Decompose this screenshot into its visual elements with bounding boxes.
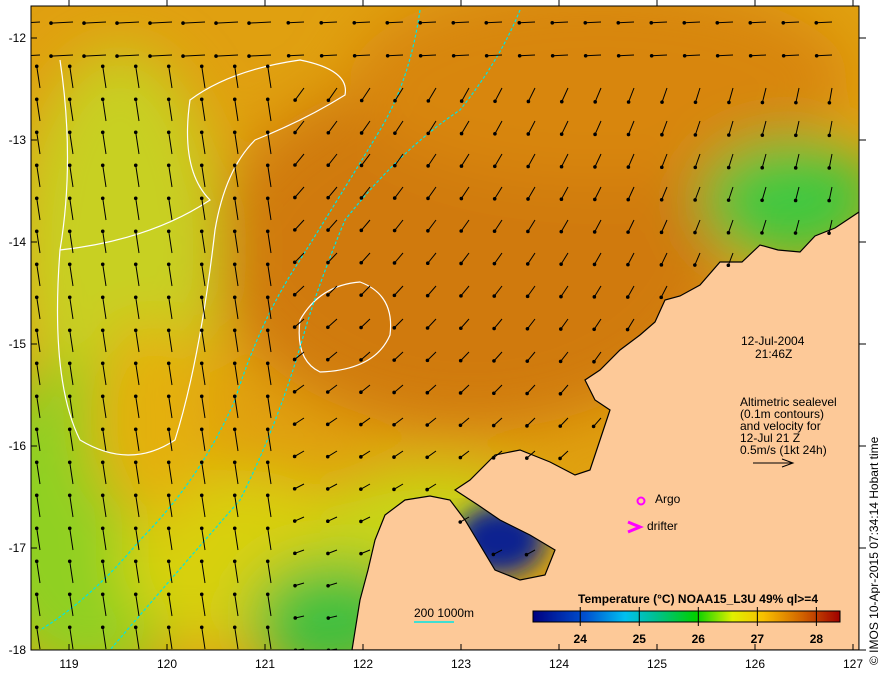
x-tick-label: 120 <box>157 657 177 671</box>
colorbar-tick-label: 27 <box>751 632 765 646</box>
y-tick-label: -15 <box>9 337 27 351</box>
y-tick-label: -16 <box>9 439 27 453</box>
argo-legend: Argo <box>655 492 681 506</box>
colorbar-tick-label: 28 <box>810 632 824 646</box>
x-tick-label: 126 <box>745 657 765 671</box>
y-tick-label: -14 <box>9 235 27 249</box>
x-tick-label: 121 <box>255 657 275 671</box>
bathymetry-label: 200 1000m <box>414 606 474 620</box>
x-tick-label: 119 <box>59 657 78 671</box>
time-label: 21:46Z <box>755 347 792 361</box>
colorbar-tick-label: 25 <box>633 632 647 646</box>
x-tick-label: 123 <box>451 657 471 671</box>
colorbar-tick-label: 24 <box>574 632 588 646</box>
x-tick-label: 127 <box>843 657 863 671</box>
drifter-legend: drifter <box>647 519 678 533</box>
note-line: 0.5m/s (1kt 24h) <box>740 443 827 457</box>
colorbar-tick-label: 26 <box>692 632 706 646</box>
date-label: 12-Jul-2004 <box>741 334 805 348</box>
x-tick-label: 125 <box>647 657 667 671</box>
y-tick-label: -18 <box>9 643 27 657</box>
y-tick-label: -12 <box>9 31 27 45</box>
colorbar-title: Temperature (°C) NOAA15_L3U 49% ql>=4 <box>578 592 818 606</box>
credit-label: © IMOS 10-Apr-2015 07:34:14 Hobart time <box>867 436 880 665</box>
y-tick-label: -17 <box>9 541 27 555</box>
x-tick-label: 122 <box>353 657 373 671</box>
y-tick-label: -13 <box>9 133 27 147</box>
x-tick-label: 124 <box>549 657 569 671</box>
colorbar <box>532 610 841 623</box>
sst-map: 119 120 121 122 123 124 125 126 127 -12 -13 -14 -15 -… <box>9 0 880 671</box>
